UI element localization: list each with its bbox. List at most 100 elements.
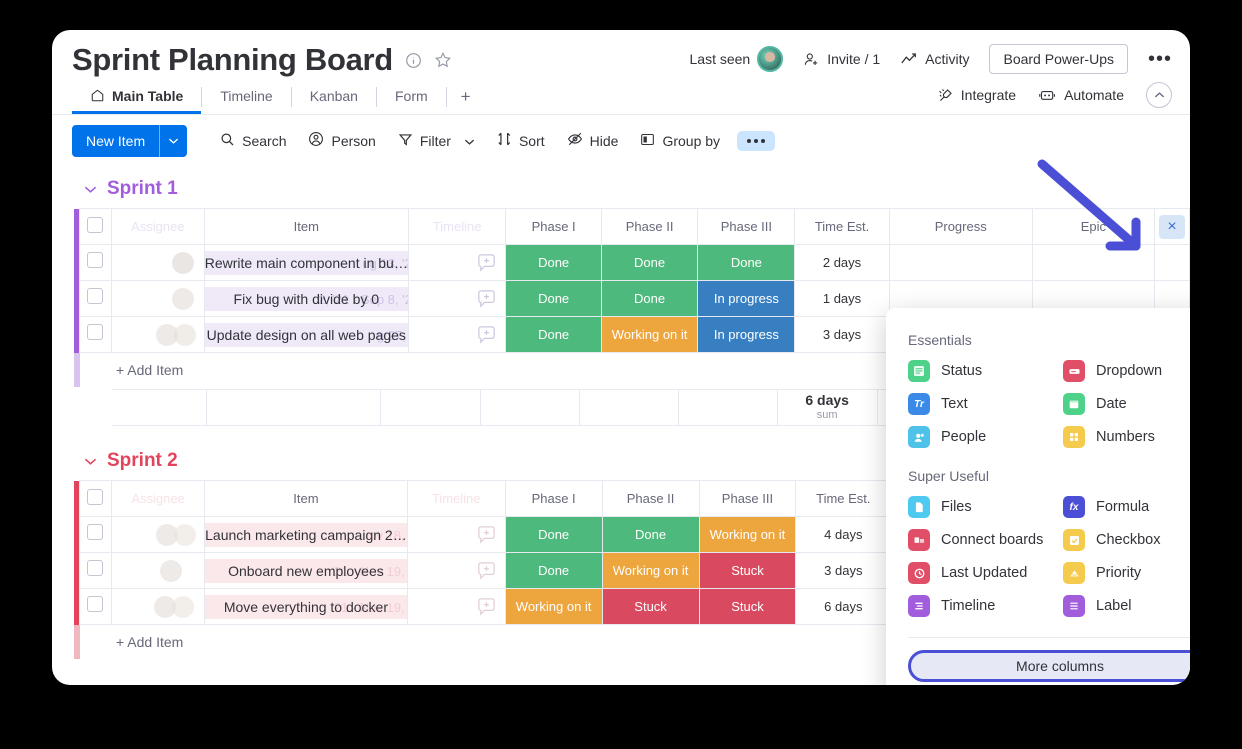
popup-item-checkbox[interactable]: Checkbox <box>1063 529 1190 551</box>
activity-button[interactable]: Activity <box>900 51 969 67</box>
automate-button[interactable]: Automate <box>1038 87 1124 103</box>
cell-phase-3[interactable]: Working on it <box>698 516 797 553</box>
cell-time-est[interactable]: 4 days <box>795 516 892 553</box>
cell-phase-3[interactable]: Stuck <box>698 552 797 589</box>
row-checkbox[interactable] <box>78 280 112 317</box>
integrate-button[interactable]: Integrate <box>937 87 1016 104</box>
cell-time-est[interactable]: 1 days <box>794 280 890 317</box>
cell-timeline[interactable] <box>406 588 506 625</box>
invite-button[interactable]: Invite / 1 <box>803 51 880 68</box>
cell-phase-2[interactable]: Done <box>601 516 700 553</box>
close-icon[interactable]: × <box>1158 214 1185 239</box>
add-update-icon[interactable] <box>476 560 497 581</box>
table-row[interactable]: ug 13, '2 Rewrite main component in bu… … <box>74 244 1190 281</box>
column-header-phase-2[interactable]: Phase II <box>600 208 699 245</box>
column-header-epic[interactable]: Epic <box>1031 208 1155 245</box>
popup-item-people[interactable]: People <box>908 426 1057 448</box>
cell-phase-3[interactable]: In progress <box>697 280 796 317</box>
cell-timeline[interactable] <box>406 516 506 553</box>
column-header-progress[interactable]: Progress <box>888 208 1033 245</box>
popup-item-formula[interactable]: fx Formula <box>1063 496 1190 518</box>
cell-assignee[interactable] <box>110 280 205 317</box>
new-item-button[interactable]: New Item <box>72 124 188 157</box>
toolbar-more-button[interactable] <box>737 130 776 151</box>
avatar[interactable] <box>757 46 784 72</box>
column-header-item[interactable]: Item <box>204 480 408 517</box>
popup-item-priority[interactable]: Priority <box>1063 562 1190 584</box>
column-header-time-est[interactable]: Time Est. <box>794 208 890 245</box>
cell-phase-1[interactable]: Done <box>505 280 602 317</box>
popup-item-timeline[interactable]: Timeline <box>908 595 1057 617</box>
popup-item-files[interactable]: Files <box>908 496 1057 518</box>
cell-timeline[interactable] <box>407 280 507 317</box>
popup-item-dropdown[interactable]: Dropdown <box>1063 360 1190 382</box>
cell-assignee[interactable] <box>110 516 206 553</box>
cell-item[interactable]: 2, '21 - Sep 8, '2 Fix bug with divide b… <box>203 280 409 317</box>
select-all-checkbox[interactable] <box>78 480 112 517</box>
cell-item[interactable]: g 27, ' Update design on all web pages <box>203 316 409 353</box>
row-checkbox[interactable] <box>78 588 112 625</box>
column-header-timeline[interactable]: Timeline <box>406 480 506 517</box>
hide-button[interactable]: Hide <box>556 124 630 157</box>
row-checkbox[interactable] <box>78 552 112 589</box>
info-circle-icon[interactable] <box>405 52 422 69</box>
column-header-assignee[interactable]: Assignee <box>110 480 206 517</box>
board-power-ups-button[interactable]: Board Power-Ups <box>989 44 1128 74</box>
cell-phase-2[interactable]: Done <box>600 280 699 317</box>
column-header-assignee[interactable]: Assignee <box>110 208 205 245</box>
group-by-button[interactable]: Group by <box>629 125 731 157</box>
cell-assignee[interactable] <box>110 552 206 589</box>
cell-epic[interactable] <box>1031 244 1155 281</box>
add-update-icon[interactable] <box>476 524 497 545</box>
popup-item-status[interactable]: Status <box>908 360 1057 382</box>
last-seen[interactable]: Last seen <box>690 46 784 72</box>
cell-progress[interactable] <box>888 244 1033 281</box>
cell-assignee[interactable] <box>110 244 205 281</box>
column-header-item[interactable]: Item <box>203 208 409 245</box>
header-more-button[interactable]: ••• <box>1148 49 1172 69</box>
row-checkbox[interactable] <box>78 516 112 553</box>
column-header-phase-3[interactable]: Phase III <box>698 480 797 517</box>
collapse-header-button[interactable] <box>1146 82 1172 108</box>
column-header-phase-3[interactable]: Phase III <box>697 208 796 245</box>
cell-item[interactable]: ov 18, ' Launch marketing campaign 2… <box>204 516 408 553</box>
chevron-down-icon[interactable] <box>84 457 97 466</box>
cell-phase-1[interactable]: Working on it <box>504 588 603 625</box>
popup-item-connect-boards[interactable]: Connect boards <box>908 529 1057 551</box>
cell-item[interactable]: ug 13, '2 Rewrite main component in bu… <box>203 244 409 281</box>
cell-phase-3[interactable]: Stuck <box>698 588 797 625</box>
cell-timeline[interactable] <box>407 316 507 353</box>
column-header-phase-2[interactable]: Phase II <box>601 480 700 517</box>
cell-time-est[interactable]: 3 days <box>795 552 892 589</box>
tab-timeline[interactable]: Timeline <box>202 80 290 114</box>
popup-item-text[interactable]: Tr Text <box>908 393 1057 415</box>
cell-time-est[interactable]: 3 days <box>794 316 890 353</box>
chevron-down-icon[interactable] <box>84 185 97 194</box>
popup-item-numbers[interactable]: Numbers <box>1063 426 1190 448</box>
add-view-button[interactable]: + <box>447 80 485 114</box>
tab-main-table[interactable]: Main Table <box>72 80 202 114</box>
chevron-down-icon[interactable] <box>464 133 475 149</box>
cell-phase-2[interactable]: Done <box>600 244 699 281</box>
person-button[interactable]: Person <box>297 124 386 157</box>
cell-time-est[interactable]: 6 days <box>795 588 892 625</box>
column-header-phase-1[interactable]: Phase I <box>505 208 602 245</box>
row-checkbox[interactable] <box>78 316 112 353</box>
cell-phase-3[interactable]: Done <box>697 244 796 281</box>
select-all-checkbox[interactable] <box>78 208 112 245</box>
group-title-sprint-1[interactable]: Sprint 1 <box>52 170 1190 208</box>
popup-item-last-updated[interactable]: Last Updated <box>908 562 1057 584</box>
tab-kanban[interactable]: Kanban <box>292 80 376 114</box>
column-header-phase-1[interactable]: Phase I <box>504 480 603 517</box>
search-button[interactable]: Search <box>209 125 297 157</box>
row-checkbox[interactable] <box>78 244 112 281</box>
cell-phase-2[interactable]: Working on it <box>600 316 699 353</box>
more-columns-button[interactable]: More columns <box>908 650 1190 682</box>
cell-assignee[interactable] <box>110 316 205 353</box>
column-header-timeline[interactable]: Timeline <box>407 208 507 245</box>
cell-phase-3[interactable]: In progress <box>697 316 796 353</box>
cell-assignee[interactable] <box>110 588 206 625</box>
cell-phase-1[interactable]: Done <box>505 316 602 353</box>
cell-phase-1[interactable]: Done <box>505 244 602 281</box>
add-update-icon[interactable] <box>476 596 497 617</box>
